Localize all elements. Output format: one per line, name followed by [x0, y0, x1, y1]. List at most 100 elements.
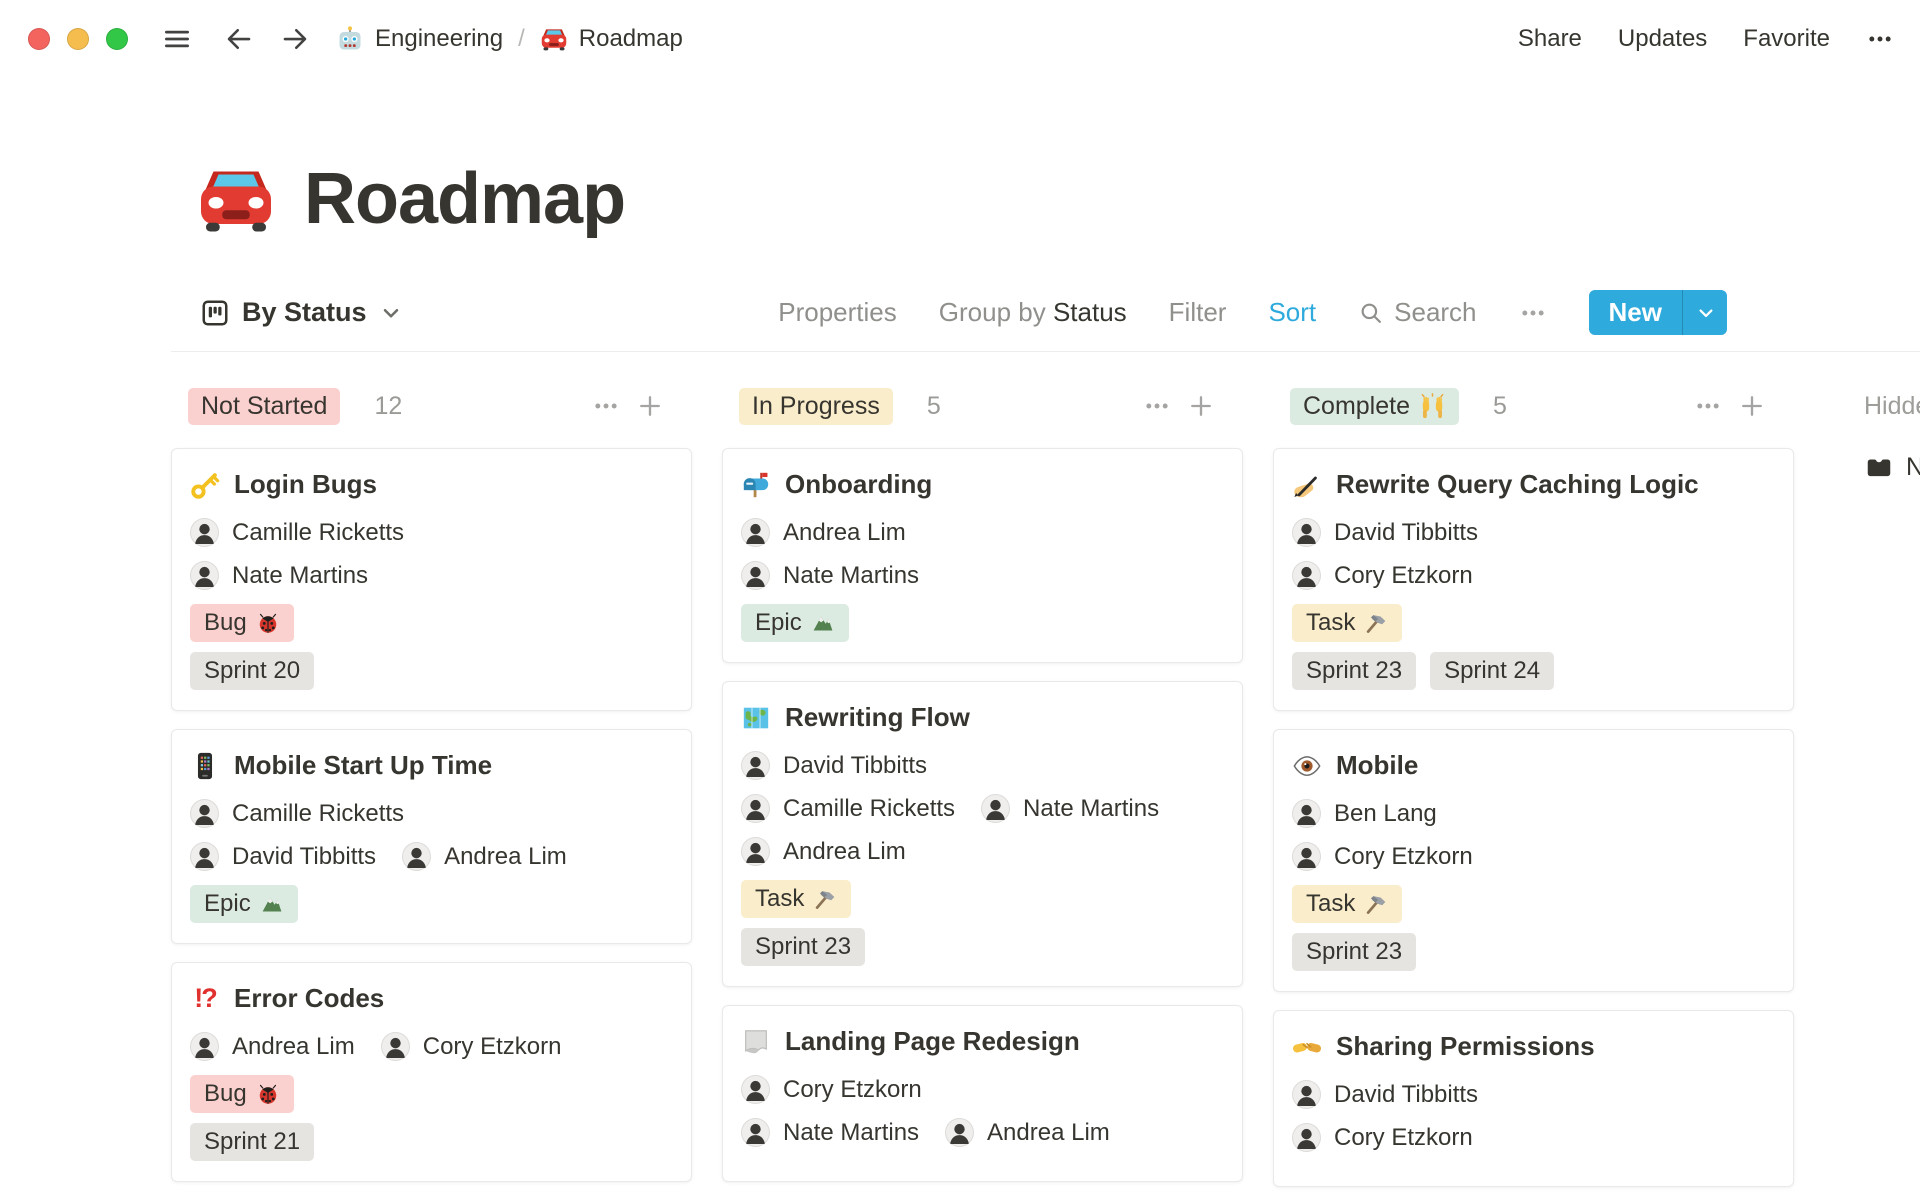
card-people-row: David Tibbitts	[1292, 518, 1775, 547]
tag-badge[interactable]: Sprint 23	[741, 928, 866, 966]
person-chip[interactable]: Nate Martins	[981, 794, 1159, 823]
kanban-card[interactable]: Sharing Permissions David Tibbitts Cory …	[1273, 1010, 1794, 1187]
hidden-group-no-status[interactable]: No	[1864, 452, 1920, 482]
person-name: David Tibbitts	[783, 751, 928, 779]
person-chip[interactable]: Nate Martins	[741, 1118, 919, 1147]
key-icon	[190, 470, 220, 500]
person-name: Nate Martins	[783, 1118, 920, 1146]
group-by-button[interactable]: Group by Status	[939, 297, 1127, 328]
person-chip[interactable]: Andrea Lim	[402, 842, 567, 871]
person-chip[interactable]: Cory Etzkorn	[1292, 561, 1473, 590]
person-chip[interactable]: Andrea Lim	[945, 1118, 1110, 1147]
avatar	[1292, 518, 1321, 547]
person-chip[interactable]: Nate Martins	[741, 561, 919, 590]
column-status-badge[interactable]: In Progress	[739, 387, 893, 425]
person-chip[interactable]: David Tibbitts	[190, 842, 376, 871]
person-chip[interactable]: Camille Ricketts	[190, 799, 404, 828]
tag-badge[interactable]: Bug	[190, 604, 294, 642]
column-add-card-button[interactable]	[636, 392, 664, 420]
kanban-card[interactable]: Landing Page Redesign Cory Etzkorn Nate …	[722, 1005, 1243, 1182]
topbar-actions: Share Updates Favorite	[1518, 25, 1894, 53]
view-toolbar: By Status Properties Group by Status Fil…	[200, 290, 1727, 335]
person-chip[interactable]: Cory Etzkorn	[1292, 1123, 1473, 1152]
new-button-label[interactable]: New	[1589, 290, 1682, 335]
minimize-window-button[interactable]	[67, 28, 89, 50]
kanban-card[interactable]: Rewrite Query Caching Logic David Tibbit…	[1273, 448, 1794, 711]
column-status-badge[interactable]: Not Started	[188, 387, 341, 425]
kanban-card[interactable]: Mobile Start Up Time Camille Ricketts Da…	[171, 729, 692, 944]
column-more-button[interactable]	[1694, 392, 1722, 420]
person-chip[interactable]: David Tibbitts	[1292, 1080, 1478, 1109]
person-chip[interactable]: Andrea Lim	[741, 518, 906, 547]
avatar	[741, 837, 770, 866]
hidden-groups-label[interactable]: Hidden	[1864, 386, 1920, 426]
person-chip[interactable]: Andrea Lim	[741, 837, 906, 866]
filter-button[interactable]: Filter	[1169, 297, 1227, 328]
car-icon[interactable]	[196, 159, 276, 239]
mountain-icon	[811, 611, 835, 635]
tag-badge[interactable]: Sprint 23	[1292, 652, 1417, 690]
kanban-card[interactable]: Mobile Ben Lang Cory Etzkorn Task Sprint…	[1273, 729, 1794, 992]
card-tag-row: Sprint 20	[190, 652, 673, 690]
column-more-button[interactable]	[592, 392, 620, 420]
topbar-action-share[interactable]: Share	[1518, 25, 1582, 53]
breadcrumb-page[interactable]: Roadmap	[579, 25, 683, 53]
more-options-icon[interactable]	[1519, 299, 1547, 327]
person-chip[interactable]: Cory Etzkorn	[380, 1032, 561, 1061]
person-chip[interactable]: David Tibbitts	[741, 751, 927, 780]
person-chip[interactable]: Cory Etzkorn	[1292, 842, 1473, 871]
person-chip[interactable]: Nate Martins	[190, 561, 368, 590]
tag-badge[interactable]: Task	[741, 880, 852, 918]
zoom-window-button[interactable]	[106, 28, 128, 50]
writing-hand-icon	[1292, 470, 1322, 500]
person-chip[interactable]: Ben Lang	[1292, 799, 1437, 828]
mailbox-icon	[741, 470, 771, 500]
person-chip[interactable]: Andrea Lim	[190, 1032, 355, 1061]
new-button[interactable]: New	[1588, 290, 1727, 335]
person-name: David Tibbitts	[232, 842, 377, 870]
person-chip[interactable]: David Tibbitts	[1292, 518, 1478, 547]
breadcrumb-workspace[interactable]: Engineering	[375, 25, 503, 53]
search-button[interactable]: Search	[1358, 297, 1477, 328]
close-window-button[interactable]	[28, 28, 50, 50]
column-header: Not Started 12	[171, 386, 692, 426]
column-add-card-button[interactable]	[1187, 392, 1215, 420]
tag-badge[interactable]: Epic	[190, 885, 298, 923]
kanban-card[interactable]: Login Bugs Camille Ricketts Nate Martins…	[171, 448, 692, 711]
person-chip[interactable]: Cory Etzkorn	[741, 1075, 922, 1104]
kanban-card[interactable]: Onboarding Andrea Lim Nate Martins Epic	[722, 448, 1243, 663]
topbar-action-updates[interactable]: Updates	[1618, 25, 1707, 53]
column-status-badge[interactable]: Complete	[1290, 387, 1459, 425]
card-people-row: Cory Etzkorn	[741, 1075, 1224, 1104]
person-chip[interactable]: Camille Ricketts	[190, 518, 404, 547]
forward-arrow-icon[interactable]	[280, 24, 310, 54]
view-switcher[interactable]: By Status	[200, 297, 401, 328]
tag-badge[interactable]: Sprint 20	[190, 652, 315, 690]
tag-badge[interactable]: Sprint 21	[190, 1123, 315, 1161]
tag-badge[interactable]: Sprint 23	[1292, 933, 1417, 971]
person-name: Cory Etzkorn	[783, 1075, 922, 1103]
column-more-button[interactable]	[1143, 392, 1171, 420]
person-chip[interactable]: Camille Ricketts	[741, 794, 955, 823]
tag-badge[interactable]: Epic	[741, 604, 849, 642]
kanban-card[interactable]: Rewriting Flow David Tibbitts Camille Ri…	[722, 681, 1243, 987]
page-title[interactable]: Roadmap	[304, 158, 626, 240]
kanban-card[interactable]: !? Error Codes Andrea Lim Cory Etzkorn B…	[171, 962, 692, 1182]
tag-badge[interactable]: Sprint 24	[1430, 652, 1555, 690]
topbar-action-favorite[interactable]: Favorite	[1743, 25, 1830, 53]
new-button-caret[interactable]	[1683, 290, 1727, 335]
avatar	[981, 794, 1011, 823]
person-name: Camille Ricketts	[232, 518, 405, 546]
back-arrow-icon[interactable]	[224, 24, 254, 54]
tag-badge[interactable]: Task	[1292, 604, 1403, 642]
column-add-card-button[interactable]	[1738, 392, 1766, 420]
card-people-row: David Tibbitts	[741, 751, 1224, 780]
properties-button[interactable]: Properties	[778, 297, 897, 328]
card-people-row: Andrea Lim	[741, 518, 1224, 547]
tag-badge[interactable]: Task	[1292, 885, 1403, 923]
tag-badge[interactable]: Bug	[190, 1075, 294, 1113]
sort-button[interactable]: Sort	[1268, 297, 1316, 328]
page-title-row: Roadmap	[196, 158, 1920, 240]
hamburger-menu-icon[interactable]	[162, 24, 192, 54]
more-menu-icon[interactable]	[1866, 25, 1894, 53]
